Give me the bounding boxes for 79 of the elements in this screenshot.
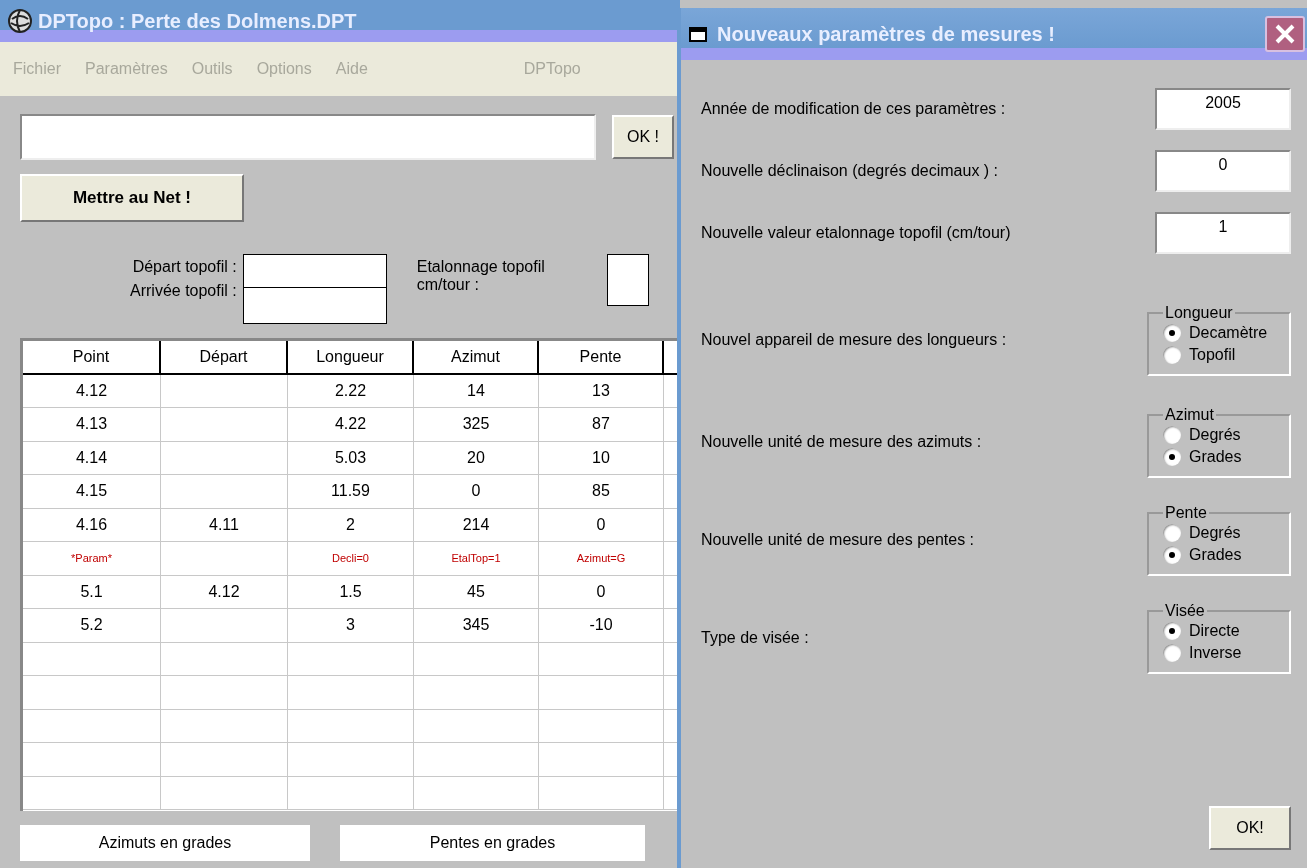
- start-field[interactable]: [242, 254, 387, 288]
- table-cell: 10: [539, 441, 664, 475]
- table-cell: 45: [414, 575, 539, 609]
- command-field[interactable]: [20, 114, 596, 160]
- table-cell: 2.22: [288, 374, 414, 408]
- end-field[interactable]: [242, 288, 387, 324]
- table-cell: 4.15: [23, 475, 161, 509]
- input-field[interactable]: 1: [1155, 212, 1291, 254]
- input-field[interactable]: 0: [1155, 150, 1291, 192]
- status-label: Azimuts en grades: [20, 825, 310, 861]
- input-field[interactable]: 2005: [1155, 88, 1291, 130]
- table-cell: 4.12: [23, 374, 161, 408]
- radio-option[interactable]: Degrés: [1163, 426, 1275, 444]
- table-cell: 214: [414, 508, 539, 542]
- table-cell: 1.5: [288, 575, 414, 609]
- column-header: Azimut: [414, 341, 539, 375]
- table-cell: 5.1: [23, 575, 161, 609]
- start-label: Départ topofil :: [132, 258, 237, 276]
- close-button[interactable]: [1265, 16, 1305, 52]
- table-cell: 11.59: [288, 475, 414, 509]
- table-cell: 0: [414, 475, 539, 509]
- column-header: Départ: [161, 341, 288, 375]
- calibration-label: Etalonnage topofil cm/tour :: [416, 258, 546, 294]
- table-cell: 3: [288, 609, 414, 643]
- option-label: Nouvelle unité de mesure des azimuts :: [701, 433, 982, 451]
- radio-option[interactable]: Degrés: [1163, 524, 1275, 542]
- column-header: Pente: [539, 341, 664, 375]
- table-cell: EtalTop=1: [414, 542, 539, 576]
- window-title: DPTopo : Perte des Dolmens.DPT: [38, 9, 357, 33]
- table-cell: Decli=0: [288, 542, 414, 576]
- table-cell: 4.13: [23, 408, 161, 442]
- table-cell: 20: [414, 441, 539, 475]
- table-cell: 0: [539, 508, 664, 542]
- globe-icon: [8, 9, 32, 33]
- column-header: Point: [23, 341, 161, 375]
- table-cell: 13: [539, 374, 664, 408]
- option-label: Nouvelle unité de mesure des pentes :: [701, 531, 975, 549]
- table-cell: 4.14: [23, 441, 161, 475]
- table-cell: 325: [414, 408, 539, 442]
- window-icon: [689, 25, 709, 43]
- table-cell: 5.03: [288, 441, 414, 475]
- ok-button[interactable]: OK!: [1209, 806, 1291, 850]
- radio-option[interactable]: Grades: [1163, 546, 1275, 564]
- radio-option[interactable]: Decamètre: [1163, 324, 1275, 342]
- close-icon: [1274, 23, 1296, 45]
- group-legend: Longueur: [1163, 304, 1235, 322]
- table-cell: 2: [288, 508, 414, 542]
- radio-option[interactable]: Topofil: [1163, 346, 1275, 364]
- group-legend: Visée: [1163, 602, 1207, 620]
- table-cell: 4.22: [288, 408, 414, 442]
- table-cell: 345: [414, 609, 539, 643]
- group-legend: Azimut: [1163, 406, 1216, 424]
- table-cell: Azimut=G: [539, 542, 664, 576]
- radio-option[interactable]: Inverse: [1163, 644, 1275, 662]
- table-cell: -10: [539, 609, 664, 643]
- table-cell: 14: [414, 374, 539, 408]
- option-label: Type de visée :: [701, 629, 809, 647]
- group-legend: Pente: [1163, 504, 1209, 522]
- dialog-title: Nouveaux paramètres de mesures !: [717, 22, 1055, 46]
- ok-button[interactable]: OK !: [612, 115, 674, 159]
- radio-option[interactable]: Grades: [1163, 448, 1275, 466]
- option-label: Nouvel appareil de mesure des longueurs :: [701, 331, 1007, 349]
- column-header: Longueur: [288, 341, 414, 375]
- table-cell: 5.2: [23, 609, 161, 643]
- table-cell: 4.16: [23, 508, 161, 542]
- table-cell: 4.12: [161, 575, 288, 609]
- field-label: Année de modification de ces paramètres :: [701, 100, 1006, 118]
- table-cell: 87: [539, 408, 664, 442]
- radio-option[interactable]: Directe: [1163, 622, 1275, 640]
- field-label: Nouvelle déclinaison (degrés decimaux ) :: [701, 162, 999, 180]
- table-cell: 4.11: [161, 508, 288, 542]
- table-cell: 0: [539, 575, 664, 609]
- status-label: Pentes en grades: [340, 825, 645, 861]
- publish-button[interactable]: Mettre au Net !: [20, 174, 244, 222]
- field-label: Nouvelle valeur etalonnage topofil (cm/tour): [701, 224, 1011, 242]
- table-cell: *Param*: [23, 542, 161, 576]
- table-cell: 85: [539, 475, 664, 509]
- calibration-field[interactable]: [606, 254, 649, 306]
- end-label: Arrivée topofil :: [130, 282, 237, 300]
